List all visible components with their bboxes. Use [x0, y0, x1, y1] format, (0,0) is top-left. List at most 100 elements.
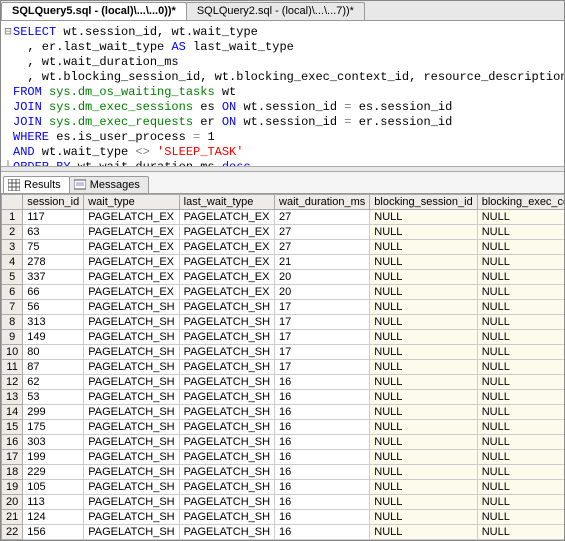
- cell-wait-duration[interactable]: 17: [275, 345, 370, 360]
- cell-last-wait-type[interactable]: PAGELATCH_SH: [179, 420, 274, 435]
- cell-wait-duration[interactable]: 27: [275, 225, 370, 240]
- cell-wait-duration[interactable]: 16: [275, 495, 370, 510]
- cell-wait-type[interactable]: PAGELATCH_SH: [84, 540, 179, 541]
- cell-wait-type[interactable]: PAGELATCH_EX: [84, 210, 179, 225]
- results-grid-container[interactable]: session_id wait_type last_wait_type wait…: [1, 194, 564, 540]
- cell-wait-type[interactable]: PAGELATCH_SH: [84, 360, 179, 375]
- row-number[interactable]: 14: [2, 405, 23, 420]
- cell-blocking-exec[interactable]: NULL: [477, 480, 564, 495]
- row-number[interactable]: 21: [2, 510, 23, 525]
- cell-session-id[interactable]: 80: [23, 345, 84, 360]
- cell-blocking-exec[interactable]: NULL: [477, 390, 564, 405]
- cell-blocking-exec[interactable]: NULL: [477, 360, 564, 375]
- cell-blocking-exec[interactable]: NULL: [477, 405, 564, 420]
- cell-blocking-session[interactable]: NULL: [370, 315, 477, 330]
- cell-wait-duration[interactable]: 16: [275, 450, 370, 465]
- cell-blocking-session[interactable]: NULL: [370, 390, 477, 405]
- cell-wait-type[interactable]: PAGELATCH_EX: [84, 255, 179, 270]
- table-row[interactable]: 15175PAGELATCH_SHPAGELATCH_SH16NULLNULL8…: [2, 420, 565, 435]
- row-number[interactable]: 22: [2, 525, 23, 540]
- cell-session-id[interactable]: 66: [23, 285, 84, 300]
- cell-session-id[interactable]: 62: [23, 375, 84, 390]
- cell-blocking-session[interactable]: NULL: [370, 405, 477, 420]
- cell-last-wait-type[interactable]: PAGELATCH_SH: [179, 480, 274, 495]
- cell-last-wait-type[interactable]: PAGELATCH_SH: [179, 300, 274, 315]
- table-row[interactable]: 1262PAGELATCH_SHPAGELATCH_SH16NULLNULL8:…: [2, 375, 565, 390]
- row-number[interactable]: 7: [2, 300, 23, 315]
- cell-session-id[interactable]: 113: [23, 495, 84, 510]
- table-row[interactable]: 22156PAGELATCH_SHPAGELATCH_SH16NULLNULL8…: [2, 525, 565, 540]
- cell-blocking-session[interactable]: NULL: [370, 360, 477, 375]
- cell-blocking-session[interactable]: NULL: [370, 300, 477, 315]
- cell-wait-duration[interactable]: 21: [275, 255, 370, 270]
- table-row[interactable]: 20113PAGELATCH_SHPAGELATCH_SH16NULLNULL8…: [2, 495, 565, 510]
- cell-wait-duration[interactable]: 17: [275, 360, 370, 375]
- row-number[interactable]: 17: [2, 450, 23, 465]
- cell-blocking-exec[interactable]: NULL: [477, 495, 564, 510]
- cell-blocking-session[interactable]: NULL: [370, 210, 477, 225]
- table-row[interactable]: 14299PAGELATCH_SHPAGELATCH_SH16NULLNULL8…: [2, 405, 565, 420]
- cell-blocking-session[interactable]: NULL: [370, 435, 477, 450]
- cell-last-wait-type[interactable]: PAGELATCH_SH: [179, 330, 274, 345]
- cell-wait-type[interactable]: PAGELATCH_SH: [84, 390, 179, 405]
- cell-wait-duration[interactable]: 27: [275, 210, 370, 225]
- cell-session-id[interactable]: 337: [23, 270, 84, 285]
- cell-wait-type[interactable]: PAGELATCH_SH: [84, 375, 179, 390]
- cell-blocking-exec[interactable]: NULL: [477, 240, 564, 255]
- cell-wait-type[interactable]: PAGELATCH_SH: [84, 435, 179, 450]
- cell-blocking-session[interactable]: NULL: [370, 225, 477, 240]
- cell-wait-type[interactable]: PAGELATCH_EX: [84, 240, 179, 255]
- cell-last-wait-type[interactable]: PAGELATCH_SH: [179, 390, 274, 405]
- table-row[interactable]: 21124PAGELATCH_SHPAGELATCH_SH16NULLNULL8…: [2, 510, 565, 525]
- cell-last-wait-type[interactable]: PAGELATCH_SH: [179, 495, 274, 510]
- cell-blocking-exec[interactable]: NULL: [477, 330, 564, 345]
- cell-wait-type[interactable]: PAGELATCH_EX: [84, 285, 179, 300]
- cell-session-id[interactable]: 229: [23, 465, 84, 480]
- cell-blocking-session[interactable]: NULL: [370, 375, 477, 390]
- col-header[interactable]: session_id: [23, 195, 84, 210]
- cell-wait-type[interactable]: PAGELATCH_SH: [84, 315, 179, 330]
- cell-session-id[interactable]: 117: [23, 210, 84, 225]
- cell-blocking-session[interactable]: NULL: [370, 480, 477, 495]
- cell-wait-type[interactable]: PAGELATCH_SH: [84, 450, 179, 465]
- col-header[interactable]: blocking_exec_context_id: [477, 195, 564, 210]
- cell-wait-duration[interactable]: 16: [275, 510, 370, 525]
- table-row[interactable]: 666PAGELATCH_EXPAGELATCH_EX20NULLNULL8:1…: [2, 285, 565, 300]
- table-row[interactable]: 1187PAGELATCH_SHPAGELATCH_SH17NULLNULL8:…: [2, 360, 565, 375]
- cell-last-wait-type[interactable]: PAGELATCH_SH: [179, 450, 274, 465]
- row-number[interactable]: 4: [2, 255, 23, 270]
- cell-wait-duration[interactable]: 20: [275, 285, 370, 300]
- cell-wait-duration[interactable]: 16: [275, 525, 370, 540]
- cell-last-wait-type[interactable]: PAGELATCH_EX: [179, 270, 274, 285]
- row-number[interactable]: 16: [2, 435, 23, 450]
- cell-blocking-session[interactable]: NULL: [370, 270, 477, 285]
- cell-wait-type[interactable]: PAGELATCH_EX: [84, 225, 179, 240]
- table-row[interactable]: 1080PAGELATCH_SHPAGELATCH_SH17NULLNULL8:…: [2, 345, 565, 360]
- cell-wait-duration[interactable]: 16: [275, 405, 370, 420]
- cell-last-wait-type[interactable]: PAGELATCH_SH: [179, 375, 274, 390]
- cell-wait-duration[interactable]: 16: [275, 375, 370, 390]
- row-number[interactable]: 12: [2, 375, 23, 390]
- cell-wait-duration[interactable]: 16: [275, 465, 370, 480]
- cell-blocking-session[interactable]: NULL: [370, 240, 477, 255]
- tab-results[interactable]: Results: [3, 176, 70, 193]
- row-number[interactable]: 9: [2, 330, 23, 345]
- cell-last-wait-type[interactable]: PAGELATCH_SH: [179, 435, 274, 450]
- cell-wait-duration[interactable]: 16: [275, 435, 370, 450]
- file-tab[interactable]: SQLQuery2.sql - (local)\...\...7))*: [186, 2, 365, 20]
- sql-editor[interactable]: ⊟SELECT wt.session_id, wt.wait_type , er…: [1, 21, 564, 166]
- cell-blocking-exec[interactable]: NULL: [477, 315, 564, 330]
- cell-wait-duration[interactable]: 17: [275, 315, 370, 330]
- cell-blocking-exec[interactable]: NULL: [477, 420, 564, 435]
- cell-blocking-exec[interactable]: NULL: [477, 450, 564, 465]
- cell-last-wait-type[interactable]: PAGELATCH_SH: [179, 405, 274, 420]
- col-header[interactable]: last_wait_type: [179, 195, 274, 210]
- row-number[interactable]: 13: [2, 390, 23, 405]
- cell-blocking-exec[interactable]: NULL: [477, 270, 564, 285]
- col-header[interactable]: blocking_session_id: [370, 195, 477, 210]
- col-header[interactable]: wait_type: [84, 195, 179, 210]
- table-row[interactable]: 1353PAGELATCH_SHPAGELATCH_SH16NULLNULL8:…: [2, 390, 565, 405]
- cell-session-id[interactable]: 299: [23, 405, 84, 420]
- cell-session-id[interactable]: 124: [23, 510, 84, 525]
- cell-blocking-session[interactable]: NULL: [370, 255, 477, 270]
